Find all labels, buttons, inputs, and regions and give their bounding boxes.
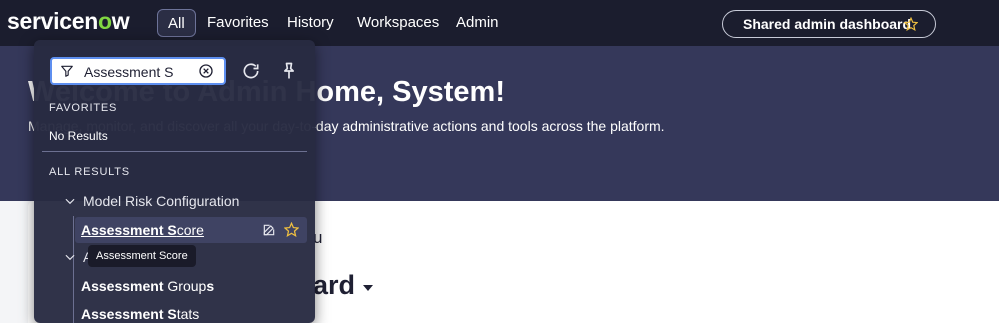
dashboard-title-fragment[interactable]: ard — [313, 270, 355, 301]
circle-x-icon[interactable] — [198, 63, 214, 79]
shared-admin-dashboard-button[interactable]: Shared admin dashboard — [722, 10, 936, 38]
nav-history[interactable]: History — [277, 9, 344, 37]
nav-workspaces[interactable]: Workspaces — [347, 9, 449, 37]
match-text: Assessment — [81, 278, 164, 294]
refresh-icon[interactable] — [241, 61, 261, 81]
menu-item-assessment-score[interactable]: Assessment Score — [75, 217, 307, 243]
chevron-down-icon — [65, 198, 75, 205]
section-divider — [42, 151, 307, 152]
star-icon — [904, 17, 918, 31]
dashboard-button-label: Shared admin dashboard — [743, 16, 912, 32]
chevron-down-icon — [65, 254, 75, 261]
favorites-section-label: FAVORITES — [49, 102, 118, 114]
funnel-icon — [61, 65, 73, 77]
servicenow-logo[interactable]: servicenow — [7, 8, 130, 35]
tree-guide-line — [73, 216, 74, 323]
nav-admin[interactable]: Admin — [446, 9, 509, 37]
rest-text: core — [176, 222, 204, 238]
all-menu-dropdown: FAVORITES No Results ALL RESULTS Model R… — [34, 40, 315, 323]
menu-item-assessment-stats[interactable]: Assessment Stats — [75, 301, 307, 323]
filter-input[interactable] — [84, 62, 194, 82]
rest-text: Group — [163, 278, 207, 294]
no-results-text: No Results — [49, 129, 108, 143]
nav-favorites[interactable]: Favorites — [197, 9, 279, 37]
nav-all[interactable]: All — [157, 9, 196, 37]
pencil-icon[interactable] — [262, 223, 276, 237]
rest-text: tats — [176, 306, 200, 322]
tooltip: Assessment Score — [88, 245, 196, 267]
match-text: Assessment S — [81, 222, 177, 238]
pin-icon[interactable] — [279, 61, 299, 81]
all-results-section-label: ALL RESULTS — [49, 166, 130, 178]
star-icon[interactable] — [284, 222, 299, 237]
match-text: Assessment S — [81, 306, 177, 322]
dashboard-dropdown-caret-icon[interactable] — [363, 285, 373, 291]
filter-field[interactable] — [50, 57, 226, 85]
group-label: Model Risk Configuration — [83, 193, 240, 209]
menu-item-assessment-groups[interactable]: Assessment Groups — [75, 273, 307, 299]
match-tail-text: s — [206, 278, 215, 294]
